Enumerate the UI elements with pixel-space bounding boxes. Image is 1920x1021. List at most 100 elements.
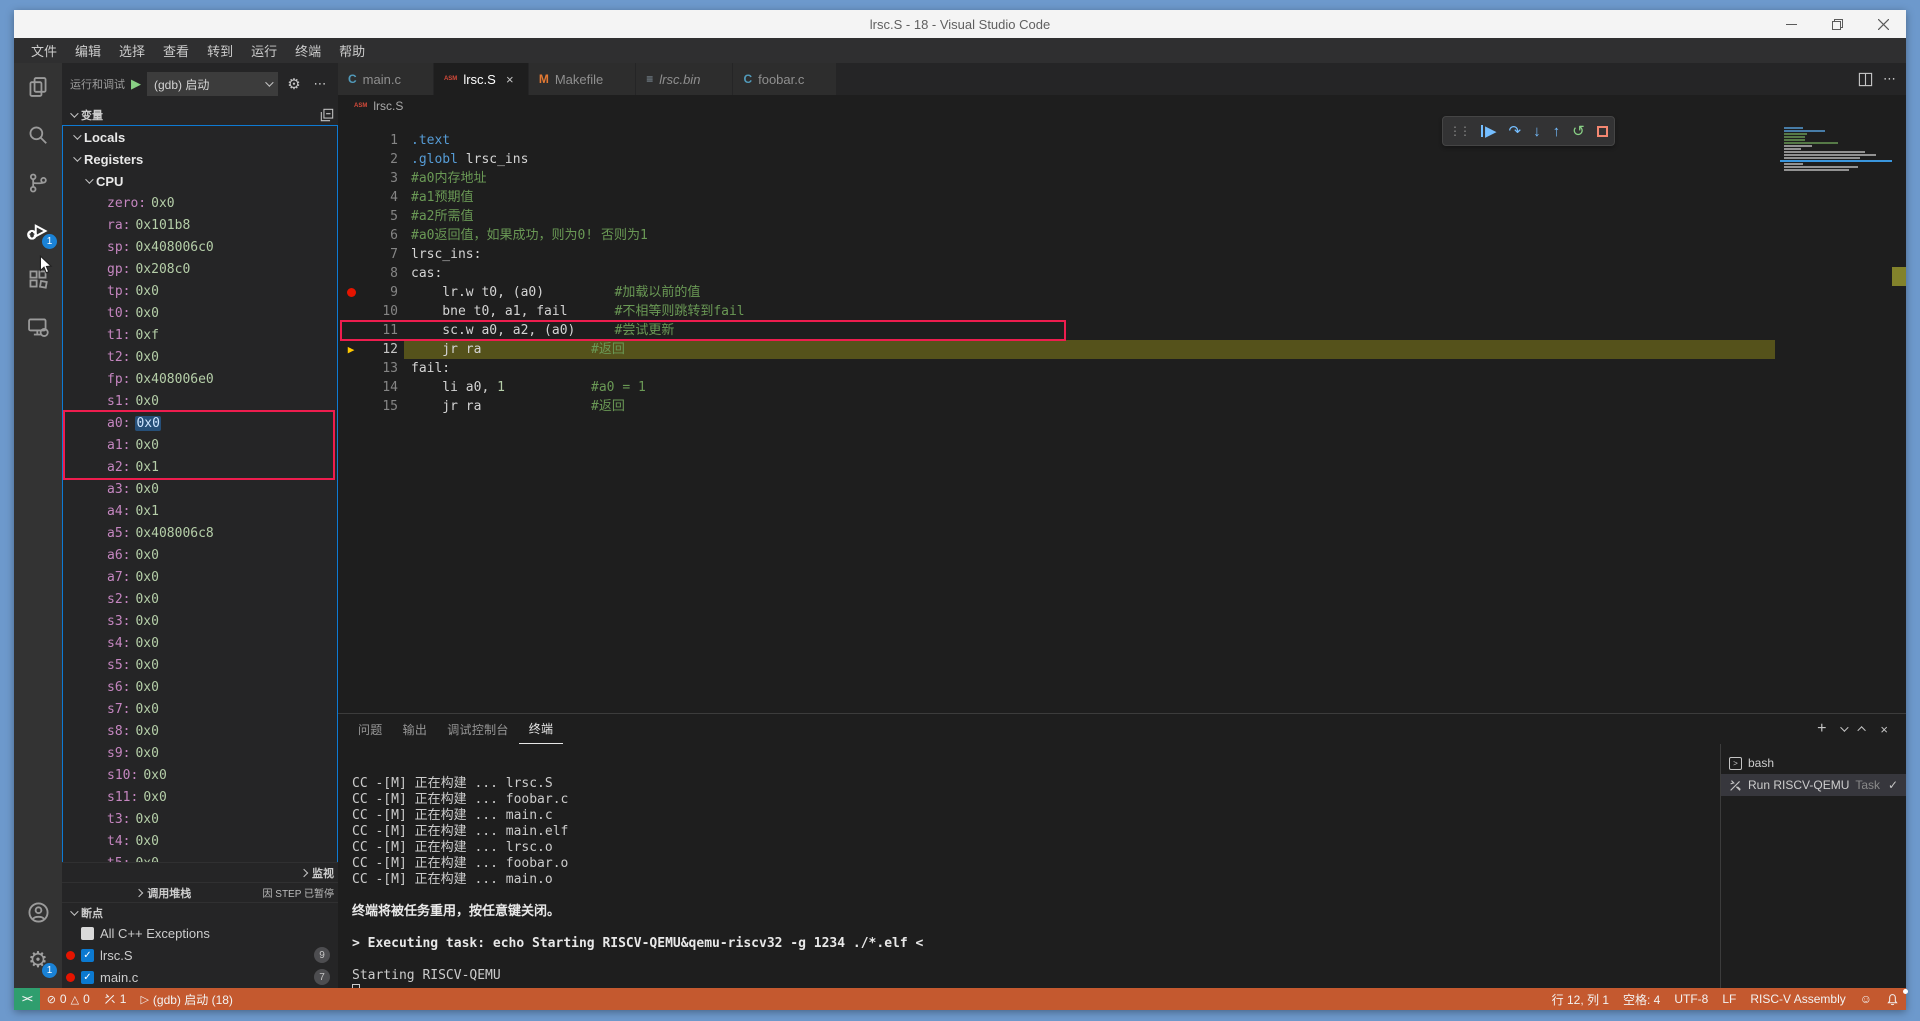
restore-button[interactable] — [1814, 10, 1860, 38]
register-a3[interactable]: a3: 0x0 — [63, 478, 337, 500]
register-s5[interactable]: s5: 0x0 — [63, 654, 337, 676]
register-s4[interactable]: s4: 0x0 — [63, 632, 337, 654]
split-editor-icon[interactable] — [1858, 72, 1873, 87]
panel-tab-问题[interactable]: 问题 — [348, 714, 393, 744]
step-over-button[interactable]: ↷ — [1509, 124, 1522, 139]
breakpoint-gutter[interactable] — [338, 302, 364, 321]
explorer-icon[interactable] — [14, 63, 62, 111]
restart-button[interactable]: ↺ — [1572, 124, 1585, 139]
editor-more-actions-icon[interactable]: ⋯ — [1883, 71, 1896, 87]
scope-Locals[interactable]: Locals — [63, 126, 337, 148]
run-and-debug-icon[interactable]: 1 — [14, 207, 62, 255]
register-sp[interactable]: sp: 0x408006c0 — [63, 236, 337, 258]
register-s11[interactable]: s11: 0x0 — [63, 786, 337, 808]
menu-item[interactable]: 帮助 — [330, 38, 374, 63]
breakpoint-gutter[interactable]: ▶ — [338, 340, 364, 359]
menu-item[interactable]: 编辑 — [66, 38, 110, 63]
debug-config-dropdown[interactable]: (gdb) 启动 — [147, 72, 278, 96]
breakpoint-gutter[interactable] — [338, 378, 364, 397]
code-line-11[interactable]: 11 sc.w a0, a2, (a0) #尝试更新 — [338, 320, 1906, 341]
tab-lrsc.bin[interactable]: ≡ lrsc.bin — [636, 63, 734, 95]
running-tasks-status[interactable]: 1 — [97, 988, 134, 1010]
minimap[interactable] — [1780, 127, 1892, 172]
remote-explorer-icon[interactable] — [14, 303, 62, 351]
continue-button[interactable]: ▶ — [1481, 124, 1497, 139]
indentation-status[interactable]: 空格: 4 — [1616, 988, 1667, 1010]
menu-item[interactable]: 终端 — [286, 38, 330, 63]
breakpoint-item-lrsc.S[interactable]: ✓ lrsc.S 9 — [62, 944, 338, 966]
watch-section-header[interactable]: 监视 — [62, 862, 338, 882]
terminal-item-Run RISCV-QEMU[interactable]: Run RISCV-QEMU Task ✓ — [1721, 774, 1906, 796]
code-line-6[interactable]: 6 #a0返回值，如果成功，则为0! 否则为1 — [338, 226, 1906, 245]
remote-indicator[interactable]: >< — [14, 988, 40, 1010]
breakpoint-gutter[interactable] — [338, 264, 364, 283]
step-out-button[interactable]: ↑ — [1553, 124, 1561, 139]
code-line-9[interactable]: 9 lr.w t0, (a0) #加载以前的值 — [338, 283, 1906, 302]
register-s1[interactable]: s1: 0x0 — [63, 390, 337, 412]
close-tab-icon[interactable]: × — [502, 72, 518, 87]
breakpoint-item-All C++ Exceptions[interactable]: All C++ Exceptions — [62, 922, 338, 944]
register-t5[interactable]: t5:0x0 — [63, 852, 337, 863]
variables-tree[interactable]: Locals Registers CPU zero: 0x0 ra: 0x101b8 sp: 0… — [62, 125, 338, 862]
collapse-all-icon[interactable] — [320, 108, 334, 122]
breakpoint-gutter[interactable] — [338, 397, 364, 416]
code-line-4[interactable]: 4 #a1预期值 — [338, 188, 1906, 207]
breakpoint-gutter[interactable] — [338, 359, 364, 378]
register-ra[interactable]: ra: 0x101b8 — [63, 214, 337, 236]
register-s10[interactable]: s10: 0x0 — [63, 764, 337, 786]
panel-tab-调试控制台[interactable]: 调试控制台 — [437, 714, 519, 744]
extensions-icon[interactable] — [14, 255, 62, 303]
group-cpu[interactable]: CPU — [63, 170, 337, 192]
language-mode-status[interactable]: RISC-V Assembly — [1743, 988, 1852, 1010]
start-debug-icon[interactable]: ▶ — [131, 76, 141, 92]
register-zero[interactable]: zero: 0x0 — [63, 192, 337, 214]
breakpoint-item-main.c[interactable]: ✓ main.c 7 — [62, 966, 338, 988]
feedback-icon[interactable]: ☺ — [1853, 988, 1879, 1010]
scope-Registers[interactable]: Registers — [63, 148, 337, 170]
register-t1[interactable]: t1: 0xf — [63, 324, 337, 346]
register-gp[interactable]: gp: 0x208c0 — [63, 258, 337, 280]
breakpoint-gutter[interactable] — [338, 283, 364, 302]
breakpoints-section-header[interactable]: 断点 — [62, 902, 338, 922]
minimize-button[interactable] — [1768, 10, 1814, 38]
code-editor[interactable]: 1 .text 2 .globl lrsc_ins 3 #a0内存地址 4 #a1预期值 5 #a… — [338, 117, 1906, 713]
register-a6[interactable]: a6: 0x0 — [63, 544, 337, 566]
settings-gear-icon[interactable]: ⚙ 1 — [14, 936, 62, 984]
account-icon[interactable] — [14, 888, 62, 936]
tab-foobar.c[interactable]: Cfoobar.c — [733, 63, 838, 95]
terminal-item-bash[interactable]: > bash — [1721, 752, 1906, 774]
register-a0[interactable]: a0: 0x0 — [63, 412, 337, 434]
panel-tab-输出[interactable]: 输出 — [393, 714, 438, 744]
register-fp[interactable]: fp: 0x408006e0 — [63, 368, 337, 390]
register-t2[interactable]: t2: 0x0 — [63, 346, 337, 368]
breakpoint-gutter[interactable] — [338, 131, 364, 150]
register-s6[interactable]: s6: 0x0 — [63, 676, 337, 698]
toolbar-grip[interactable]: ⋮⋮ — [1449, 124, 1471, 138]
code-line-13[interactable]: 13 fail: — [338, 359, 1906, 378]
debug-session-status[interactable]: ▷ (gdb) 启动 (18) — [133, 988, 240, 1010]
terminal-output[interactable]: CC -[M] 正在构建 ... lrsc.S CC -[M] 正在构建 ... … — [338, 744, 1720, 988]
menu-item[interactable]: 文件 — [22, 38, 66, 63]
menu-item[interactable]: 运行 — [242, 38, 286, 63]
breakpoint-gutter[interactable] — [338, 245, 364, 264]
problems-status[interactable]: ⊘ 0 △ 0 — [40, 988, 97, 1010]
register-a1[interactable]: a1: 0x0 — [63, 434, 337, 456]
call-stack-section-header[interactable]: 调用堆栈 因 STEP 已暂停 — [62, 882, 338, 902]
notifications-bell-icon[interactable] — [1879, 988, 1908, 1010]
register-s7[interactable]: s7: 0x0 — [63, 698, 337, 720]
register-s8[interactable]: s8: 0x0 — [63, 720, 337, 742]
code-line-10[interactable]: 10 bne t0, a1, fail #不相等则跳转到fail — [338, 302, 1906, 321]
register-a7[interactable]: a7: 0x0 — [63, 566, 337, 588]
menu-item[interactable]: 查看 — [154, 38, 198, 63]
register-s2[interactable]: s2: 0x0 — [63, 588, 337, 610]
eol-status[interactable]: LF — [1715, 988, 1743, 1010]
code-line-7[interactable]: 7 lrsc_ins: — [338, 245, 1906, 264]
register-t0[interactable]: t0: 0x0 — [63, 302, 337, 324]
tab-main.c[interactable]: Cmain.c — [338, 63, 434, 95]
terminal-dropdown-icon[interactable] — [1840, 723, 1850, 732]
breakpoint-gutter[interactable] — [338, 169, 364, 188]
line-col-status[interactable]: 行 12, 列 1 — [1545, 988, 1616, 1010]
breakpoint-gutter[interactable] — [338, 188, 364, 207]
code-line-12[interactable]: ▶ 12 jr ra #返回 — [338, 340, 1906, 359]
checkbox[interactable] — [81, 926, 94, 940]
